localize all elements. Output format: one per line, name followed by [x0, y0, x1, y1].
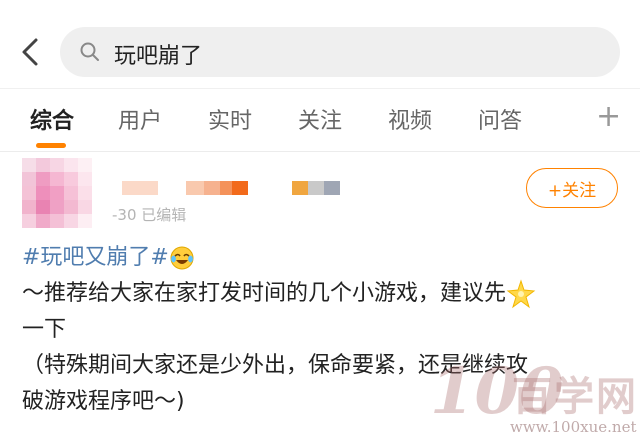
hashtag-link[interactable]: #玩吧又崩了#: [22, 245, 169, 270]
post-text-line-4: 破游戏程序吧～): [22, 389, 185, 414]
search-bar[interactable]: 玩吧崩了: [60, 27, 620, 77]
post-text-line-1: ～推荐给大家在家打发时间的几个小游戏，建议先: [22, 276, 618, 312]
tab-following[interactable]: 关注: [298, 103, 342, 135]
sparkle-star-icon: [506, 279, 536, 309]
post-body: #玩吧又崩了# ～推荐给大家在家打发时间的几个小游戏，建议先 一下 （特殊期间大…: [22, 240, 618, 420]
active-tab-indicator: [36, 143, 66, 148]
tab-realtime[interactable]: 实时: [208, 103, 252, 135]
avatar[interactable]: [22, 158, 92, 228]
tab-users[interactable]: 用户: [118, 103, 162, 135]
post-text: ～推荐给大家在家打发时间的几个小游戏，建议先: [22, 281, 507, 306]
back-arrow-icon[interactable]: [12, 30, 46, 74]
post-text-line-2: 一下: [22, 317, 67, 342]
add-tab-icon[interactable]: +: [596, 99, 621, 134]
post-text-line-3: （特殊期间大家还是少外出，保命要紧，还是继续攻: [22, 353, 529, 378]
tab-qa[interactable]: 问答: [478, 103, 522, 135]
hashtag-line: #玩吧又崩了#: [22, 240, 618, 276]
search-query[interactable]: 玩吧崩了: [114, 38, 202, 70]
top-bar: 玩吧崩了: [0, 0, 640, 88]
tab-bar: 综合 用户 实时 关注 视频 问答 +: [0, 88, 640, 152]
tab-video[interactable]: 视频: [388, 103, 432, 135]
follow-button[interactable]: +关注: [526, 168, 618, 208]
laughing-crying-emoji-icon: [170, 246, 194, 270]
watermark-url: www.100xue.net: [510, 418, 637, 436]
post-meta: -30 已编辑: [112, 206, 187, 224]
tab-comprehensive[interactable]: 综合: [30, 103, 74, 135]
search-icon: [80, 42, 99, 61]
